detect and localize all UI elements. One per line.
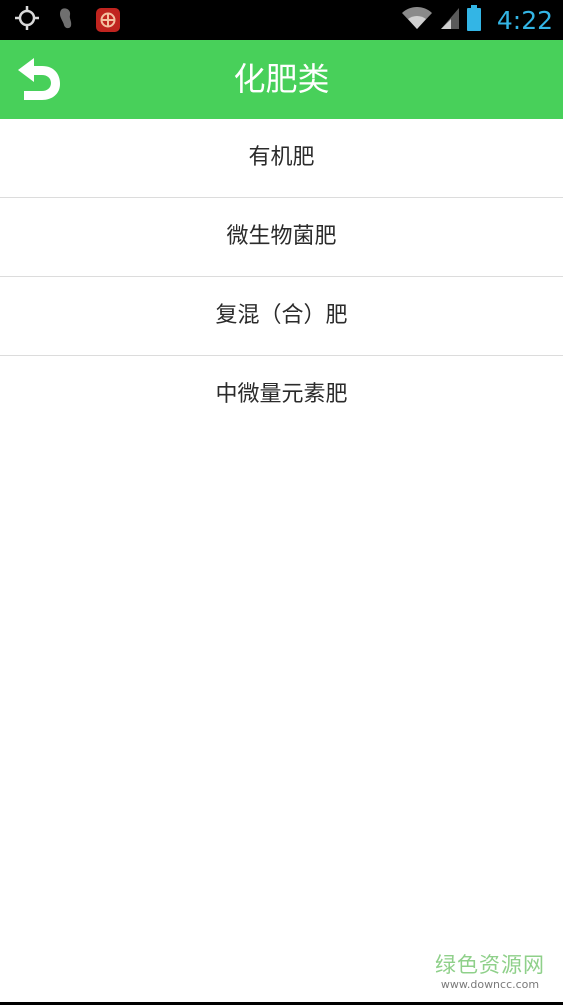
list-item-organic-fertilizer[interactable]: 有机肥 — [0, 119, 563, 198]
clock: 4:22 — [496, 5, 553, 35]
title-bar: 化肥类 — [0, 40, 563, 119]
watermark-title: 绿色资源网 — [435, 953, 545, 977]
status-bar: 4:22 — [0, 0, 563, 40]
battery-icon — [466, 5, 481, 35]
back-arrow-icon — [12, 58, 66, 110]
app-badge-icon — [96, 8, 120, 32]
list-item-microbial-fertilizer[interactable]: 微生物菌肥 — [0, 198, 563, 277]
back-button[interactable] — [12, 54, 66, 106]
watermark: 绿色资源网 www.downcc.com — [435, 952, 545, 992]
page-title: 化肥类 — [233, 60, 330, 98]
list-item-compound-fertilizer[interactable]: 复混（合）肥 — [0, 277, 563, 356]
signal-icon — [439, 6, 461, 34]
footprint-icon — [58, 6, 78, 34]
watermark-url: www.downcc.com — [440, 978, 540, 991]
wifi-icon — [401, 6, 433, 34]
gps-icon — [14, 5, 40, 35]
category-list: 有机肥 微生物菌肥 复混（合）肥 中微量元素肥 — [0, 119, 563, 434]
list-item-trace-element-fertilizer[interactable]: 中微量元素肥 — [0, 356, 563, 434]
